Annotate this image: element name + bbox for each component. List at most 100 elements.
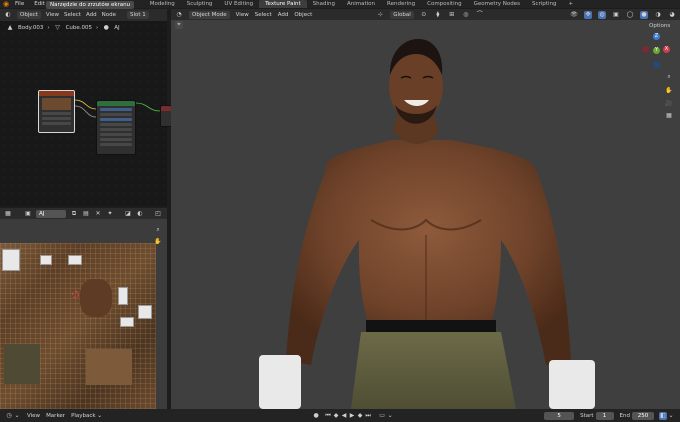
node-menu-add[interactable]: Add [86, 12, 97, 18]
slot-select[interactable]: Slot 1 [126, 11, 149, 19]
current-frame-field[interactable]: 5 [544, 411, 575, 420]
zoom-icon[interactable]: ⌕ [665, 73, 673, 81]
overlay-toggle-icon[interactable]: ◍ [598, 10, 606, 19]
viewport-menu-select[interactable]: Select [255, 12, 272, 18]
tab-compositing[interactable]: Compositing [421, 0, 467, 8]
open-image-icon[interactable]: ▤ [82, 210, 90, 218]
editor-type-icon[interactable]: ◐ [4, 11, 12, 19]
material-shading-icon[interactable]: ◑ [654, 11, 662, 19]
timeline-menu-marker[interactable]: Marker [46, 413, 65, 419]
timeline-menu-view[interactable]: View [27, 413, 40, 419]
2d-cursor[interactable] [72, 291, 79, 298]
chevron-down-icon[interactable]: ⌄ [667, 412, 675, 420]
node-canvas[interactable]: ▲ Body.003 › ▽ Cube.005 › ● AJ [0, 21, 172, 206]
keying-set-icon[interactable]: ▭ [378, 412, 386, 420]
uv-image-canvas[interactable]: ⌕ ✋ [0, 219, 167, 409]
play-reverse-icon[interactable]: ◀ [340, 412, 348, 420]
play-icon[interactable]: ▶ [348, 412, 356, 420]
node-editor-header: ◐ Object View Select Add Node Slot 1 [0, 9, 167, 21]
character-model [259, 38, 595, 409]
shader-node-editor[interactable]: ◐ Object View Select Add Node Slot 1 ▲ B… [0, 9, 172, 206]
jump-end-icon[interactable]: ⏭ [364, 412, 372, 420]
axis-z[interactable]: Z [653, 33, 660, 40]
view-mode-icon[interactable]: ◪ [124, 210, 132, 218]
unlink-icon[interactable]: ✕ [94, 210, 102, 218]
tab-uv-editing[interactable]: UV Editing [218, 0, 259, 8]
editor-type-icon[interactable]: ◔ [175, 11, 183, 19]
viewport-menu-add[interactable]: Add [278, 12, 289, 18]
new-image-icon[interactable]: ⧉ [70, 210, 78, 218]
next-keyframe-icon[interactable]: ◆ [356, 412, 364, 420]
jump-start-icon[interactable]: ⏮ [324, 412, 332, 420]
chevron-down-icon[interactable]: ⌄ [13, 412, 21, 420]
transform-orientation-icon[interactable]: ⊹ [376, 11, 384, 19]
auto-key-icon[interactable]: ⌄ [386, 412, 394, 420]
pin-icon[interactable]: ✦ [106, 210, 114, 218]
xray-icon[interactable]: ▣ [612, 11, 620, 19]
tab-modeling[interactable]: Modeling [144, 0, 181, 8]
shorts [351, 332, 516, 409]
hand-pan-icon[interactable]: ✋ [154, 238, 162, 246]
record-icon[interactable]: ● [312, 412, 320, 420]
axis-x[interactable]: X [663, 46, 670, 53]
image-editor-header: ▦ ▣ AJ ⧉ ▤ ✕ ✦ ◪ ◐ ◰ [0, 208, 167, 219]
start-frame-field[interactable]: 1 [595, 411, 614, 420]
object-mode-select[interactable]: Object Mode [189, 10, 230, 19]
snap-icon[interactable]: ⧫ [434, 11, 442, 19]
color-link [74, 99, 97, 110]
node-menu-node[interactable]: Node [102, 12, 116, 18]
end-label: End [619, 412, 630, 419]
zoom-icon[interactable]: ⌕ [154, 226, 162, 234]
node-menu-view[interactable]: View [46, 12, 59, 18]
overlay-icon[interactable]: ◰ [154, 210, 162, 218]
tab-scripting[interactable]: Scripting [526, 0, 562, 8]
orientation-select[interactable]: Global [390, 10, 414, 19]
viewport-menu-view[interactable]: View [236, 12, 249, 18]
timeline-bar: ◷ ⌄ View Marker Playback ⌄ ● ⏮ ◆ ◀ ▶ ◆ ⏭… [0, 409, 680, 422]
view-toggle-icon[interactable]: ◧ [659, 411, 667, 420]
display-channels-icon[interactable]: ◐ [136, 210, 144, 218]
options-dropdown[interactable]: Options [649, 23, 670, 29]
axis-neg-z[interactable] [653, 61, 660, 68]
perspective-toggle-icon[interactable]: ▦ [665, 112, 673, 120]
gizmo-toggle-icon[interactable]: ✥ [584, 10, 592, 19]
viewport-menu-object[interactable]: Object [294, 12, 312, 18]
tab-rendering[interactable]: Rendering [381, 0, 421, 8]
left-glove [259, 355, 301, 409]
rendered-shading-icon[interactable]: ◕ [668, 11, 676, 19]
start-label: Start [580, 412, 594, 419]
3d-viewport[interactable]: ⌖ Options Z X Y ⌕ ✋ 🎥 ▦ [171, 20, 680, 409]
chevron-down-icon[interactable]: ⌄ [96, 412, 104, 420]
timeline-menu-playback[interactable]: Playback [71, 413, 96, 419]
axis-y[interactable]: Y [653, 47, 660, 54]
navigation-gizmo[interactable]: Z X Y [641, 33, 673, 71]
tab-texture-paint[interactable]: Texture Paint [259, 0, 307, 8]
tab-shading[interactable]: Shading [307, 0, 341, 8]
snap-settings-icon[interactable]: ⊞ [448, 11, 456, 19]
camera-view-icon[interactable]: 🎥 [665, 100, 673, 108]
hand-pan-icon[interactable]: ✋ [665, 87, 673, 95]
node-mode-select[interactable]: Object [17, 11, 41, 19]
image-browse-icon[interactable]: ▣ [24, 210, 32, 218]
tab-geometry-nodes[interactable]: Geometry Nodes [468, 0, 526, 8]
editor-type-icon[interactable]: ▦ [4, 210, 12, 218]
blender-logo-icon[interactable]: ◉ [2, 0, 10, 8]
proportional-edit-icon[interactable]: ◎ [462, 11, 470, 19]
wireframe-shading-icon[interactable]: ◯ [626, 11, 634, 19]
tab-sculpting[interactable]: Sculpting [181, 0, 219, 8]
tab-animation[interactable]: Animation [341, 0, 381, 8]
menu-file[interactable]: File [10, 0, 29, 8]
visibility-icon[interactable]: 👁 [570, 11, 578, 19]
end-frame-field[interactable]: 250 [632, 411, 654, 420]
uv-island [118, 287, 128, 305]
shader-link [135, 102, 161, 112]
node-menu-select[interactable]: Select [64, 12, 81, 18]
solid-shading-icon[interactable]: ● [640, 10, 648, 19]
prev-keyframe-icon[interactable]: ◆ [332, 412, 340, 420]
pivot-icon[interactable]: ⊙ [420, 11, 428, 19]
image-name-field[interactable]: AJ [36, 209, 66, 218]
axis-neg-x[interactable] [642, 46, 649, 53]
add-workspace-button[interactable]: + [562, 0, 579, 8]
timeline-editor-icon[interactable]: ◷ [5, 412, 13, 420]
falloff-icon[interactable]: ⌒ [476, 11, 484, 19]
